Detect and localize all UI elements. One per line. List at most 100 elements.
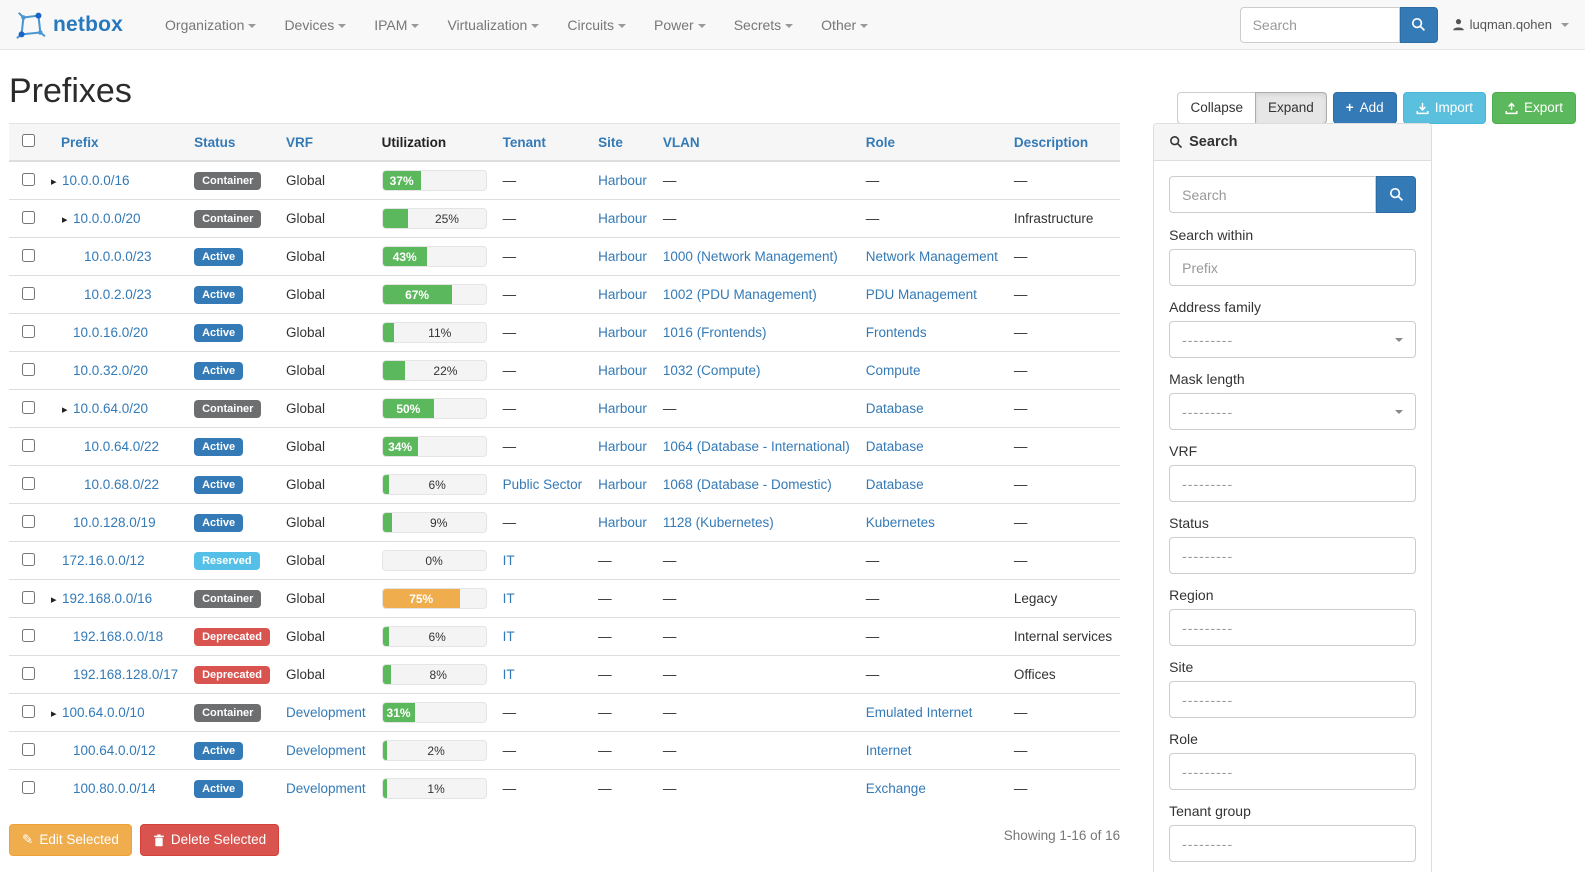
role-link[interactable]: Emulated Internet <box>866 705 973 720</box>
edit-selected-button[interactable]: ✎ Edit Selected <box>9 824 132 856</box>
column-header-tenant[interactable]: Tenant <box>503 135 546 150</box>
status-badge[interactable]: Active <box>194 248 243 266</box>
vrf-value[interactable]: Development <box>286 705 366 720</box>
filter-field-control[interactable]: --------- <box>1169 825 1416 862</box>
prefix-link[interactable]: 10.0.0.0/23 <box>84 249 152 264</box>
role-link[interactable]: Internet <box>866 743 912 758</box>
user-menu[interactable]: luqman.qohen <box>1452 17 1575 32</box>
filter-field-control[interactable]: --------- <box>1169 753 1416 790</box>
filter-search-button[interactable] <box>1376 176 1416 213</box>
column-header-status[interactable]: Status <box>194 135 235 150</box>
status-badge[interactable]: Reserved <box>194 552 260 570</box>
row-checkbox[interactable] <box>22 439 35 452</box>
prefix-link[interactable]: 10.0.64.0/22 <box>84 439 159 454</box>
vlan-link[interactable]: 1032 (Compute) <box>663 363 761 378</box>
row-checkbox[interactable] <box>22 743 35 756</box>
vlan-link[interactable]: 1068 (Database - Domestic) <box>663 477 832 492</box>
tenant-link[interactable]: Public Sector <box>503 477 583 492</box>
role-link[interactable]: PDU Management <box>866 287 977 302</box>
tenant-link[interactable]: IT <box>503 629 515 644</box>
prefix-link[interactable]: 100.64.0.0/12 <box>73 743 156 758</box>
status-badge[interactable]: Active <box>194 780 243 798</box>
status-badge[interactable]: Active <box>194 362 243 380</box>
role-link[interactable]: Network Management <box>866 249 998 264</box>
site-link[interactable]: Harbour <box>598 173 647 188</box>
add-button[interactable]: + Add <box>1333 92 1397 124</box>
status-badge[interactable]: Deprecated <box>194 666 270 684</box>
prefix-link[interactable]: 192.168.128.0/17 <box>73 667 178 682</box>
select-all-checkbox[interactable] <box>22 134 35 147</box>
column-header-vrf[interactable]: VRF <box>286 135 313 150</box>
nav-menu-item-ipam[interactable]: IPAM <box>360 2 433 48</box>
status-badge[interactable]: Deprecated <box>194 628 270 646</box>
row-checkbox[interactable] <box>22 363 35 376</box>
site-link[interactable]: Harbour <box>598 287 647 302</box>
site-link[interactable]: Harbour <box>598 363 647 378</box>
role-link[interactable]: Database <box>866 439 924 454</box>
status-badge[interactable]: Container <box>194 400 261 418</box>
row-checkbox[interactable] <box>22 553 35 566</box>
row-checkbox[interactable] <box>22 211 35 224</box>
status-badge[interactable]: Container <box>194 704 261 722</box>
site-link[interactable]: Harbour <box>598 439 647 454</box>
filter-field-control[interactable]: --------- <box>1169 321 1416 358</box>
global-search-input[interactable] <box>1240 7 1400 43</box>
tenant-link[interactable]: IT <box>503 591 515 606</box>
vrf-value[interactable]: Development <box>286 743 366 758</box>
status-badge[interactable]: Active <box>194 438 243 456</box>
site-link[interactable]: Harbour <box>598 249 647 264</box>
prefix-link[interactable]: 100.64.0.0/10 <box>62 705 145 720</box>
prefix-link[interactable]: 10.0.64.0/20 <box>73 401 148 416</box>
row-checkbox[interactable] <box>22 515 35 528</box>
filter-field-control[interactable] <box>1169 249 1416 286</box>
prefix-link[interactable]: 10.0.16.0/20 <box>73 325 148 340</box>
tenant-link[interactable]: IT <box>503 553 515 568</box>
site-link[interactable]: Harbour <box>598 211 647 226</box>
site-link[interactable]: Harbour <box>598 515 647 530</box>
column-header-role[interactable]: Role <box>866 135 895 150</box>
vlan-link[interactable]: 1064 (Database - International) <box>663 439 850 454</box>
prefix-link[interactable]: 10.0.0.0/16 <box>62 173 130 188</box>
column-header-vlan[interactable]: VLAN <box>663 135 700 150</box>
nav-menu-item-secrets[interactable]: Secrets <box>720 2 807 48</box>
site-link[interactable]: Harbour <box>598 401 647 416</box>
column-header-prefix[interactable]: Prefix <box>61 135 99 150</box>
row-checkbox[interactable] <box>22 705 35 718</box>
status-badge[interactable]: Container <box>194 172 261 190</box>
role-link[interactable]: Compute <box>866 363 921 378</box>
column-header-site[interactable]: Site <box>598 135 623 150</box>
status-badge[interactable]: Active <box>194 286 243 304</box>
prefix-link[interactable]: 10.0.32.0/20 <box>73 363 148 378</box>
global-search-button[interactable] <box>1400 7 1438 43</box>
status-badge[interactable]: Container <box>194 210 261 228</box>
column-header-description[interactable]: Description <box>1014 135 1088 150</box>
row-checkbox[interactable] <box>22 173 35 186</box>
tenant-link[interactable]: IT <box>503 667 515 682</box>
import-button[interactable]: Import <box>1403 92 1486 124</box>
nav-menu-item-organization[interactable]: Organization <box>151 2 270 48</box>
filter-field-control[interactable]: --------- <box>1169 465 1416 502</box>
nav-menu-item-circuits[interactable]: Circuits <box>553 2 640 48</box>
role-link[interactable]: Database <box>866 477 924 492</box>
status-badge[interactable]: Active <box>194 324 243 342</box>
vlan-link[interactable]: 1000 (Network Management) <box>663 249 838 264</box>
vrf-value[interactable]: Development <box>286 781 366 796</box>
nav-menu-item-other[interactable]: Other <box>807 2 882 48</box>
export-button[interactable]: Export <box>1492 92 1576 124</box>
prefix-link[interactable]: 10.0.0.0/20 <box>73 211 141 226</box>
filter-field-control[interactable]: --------- <box>1169 681 1416 718</box>
status-badge[interactable]: Active <box>194 742 243 760</box>
prefix-link[interactable]: 10.0.68.0/22 <box>84 477 159 492</box>
vlan-link[interactable]: 1016 (Frontends) <box>663 325 767 340</box>
filter-field-control[interactable]: --------- <box>1169 609 1416 646</box>
status-badge[interactable]: Active <box>194 514 243 532</box>
prefix-link[interactable]: 10.0.128.0/19 <box>73 515 156 530</box>
prefix-link[interactable]: 192.168.0.0/18 <box>73 629 163 644</box>
netbox-logo[interactable]: netbox <box>10 10 133 40</box>
prefix-link[interactable]: 100.80.0.0/14 <box>73 781 156 796</box>
role-link[interactable]: Kubernetes <box>866 515 935 530</box>
nav-menu-item-power[interactable]: Power <box>640 2 720 48</box>
filter-field-control[interactable]: --------- <box>1169 537 1416 574</box>
role-link[interactable]: Database <box>866 401 924 416</box>
prefix-link[interactable]: 10.0.2.0/23 <box>84 287 152 302</box>
